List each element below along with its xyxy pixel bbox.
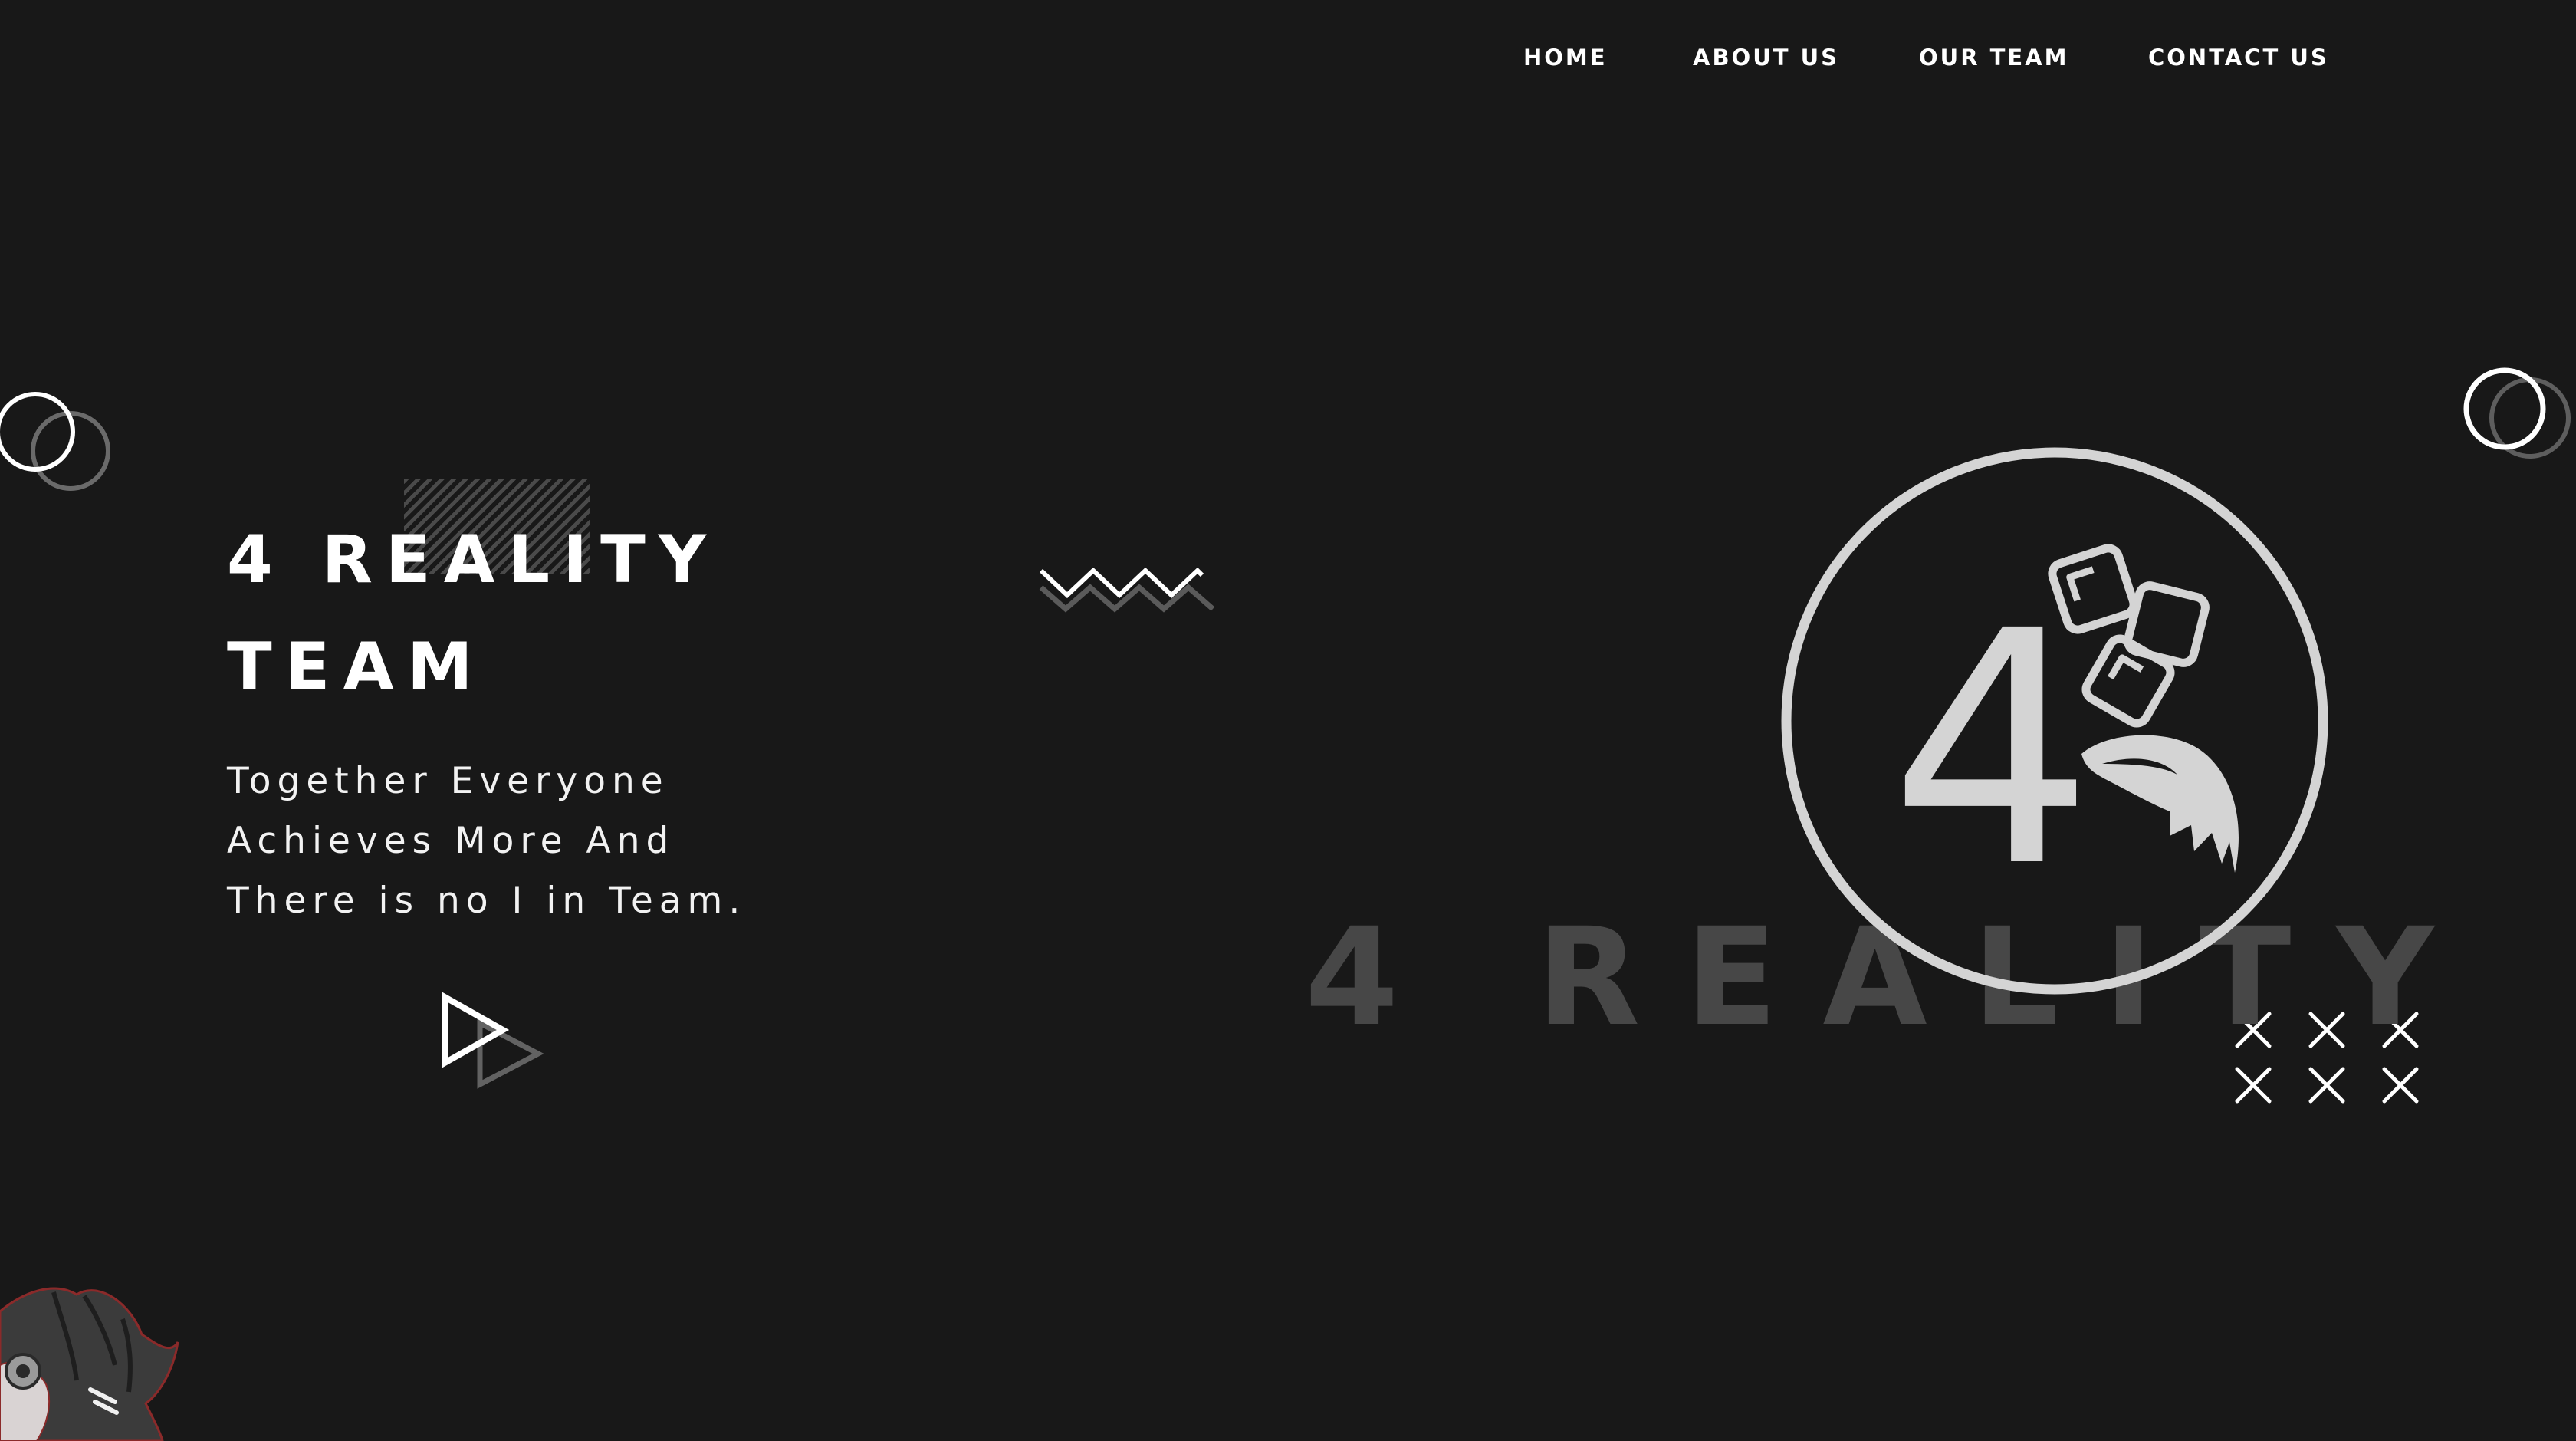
team-logo: 4: [1781, 447, 2328, 995]
hero-title: 4 REALITY TEAM: [227, 506, 917, 721]
mascot-character-image: [0, 1287, 179, 1441]
play-triangles-decoration: [442, 992, 544, 1089]
main-nav: HOME ABOUT US OUR TEAM CONTACT US: [0, 40, 2576, 75]
hero-tagline: Together Everyone Achieves More And Ther…: [227, 752, 994, 931]
tagline-line-3: There is no I in Team.: [227, 880, 747, 922]
tagline-line-2: Achieves More And: [227, 820, 675, 862]
double-circle-decoration-right: [2463, 367, 2571, 459]
hero-title-line-2: TEAM: [227, 629, 486, 706]
tagline-line-1: Together Everyone: [227, 760, 669, 802]
nav-our-team-link[interactable]: OUR TEAM: [1919, 40, 2069, 75]
hero-title-line-1: 4 REALITY: [227, 521, 720, 598]
double-circle-decoration-left: [0, 392, 110, 491]
nav-about-us-link[interactable]: ABOUT US: [1693, 40, 1839, 75]
nav-home-link[interactable]: HOME: [1523, 40, 1608, 75]
nav-contact-us-link[interactable]: CONTACT US: [2148, 40, 2329, 75]
zigzag-decoration: [1039, 567, 1215, 613]
